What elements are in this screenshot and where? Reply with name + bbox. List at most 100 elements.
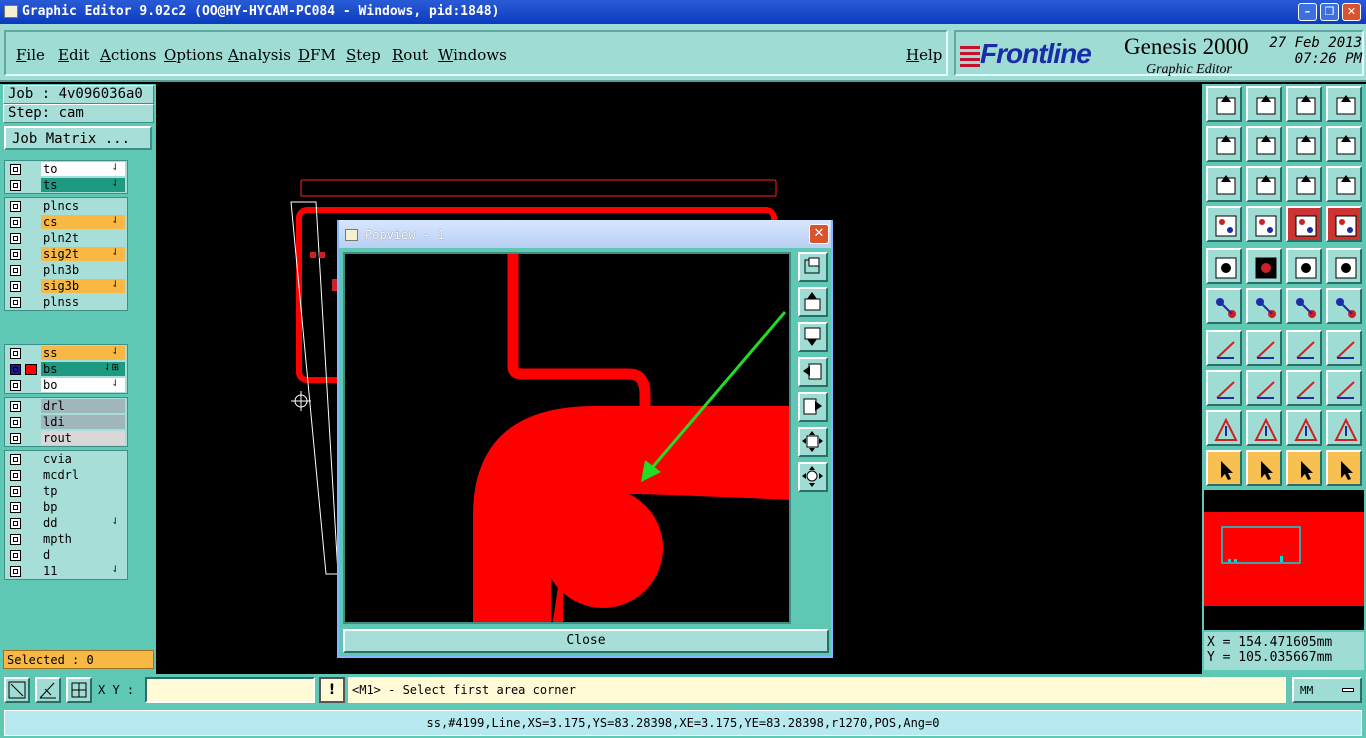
layer-name[interactable]: sig3b ⇃ [41, 279, 125, 293]
popview-pan-right-button[interactable] [798, 392, 828, 422]
layer-row[interactable]: sig2t ⇃ [5, 246, 127, 262]
menu-file[interactable]: File [16, 46, 45, 64]
move-feature-button[interactable] [1206, 370, 1242, 406]
zoom-extents-button[interactable] [1206, 166, 1242, 202]
layer-name[interactable]: bp [41, 500, 125, 514]
grid-button[interactable] [1246, 206, 1282, 242]
mirror-button[interactable] [1326, 330, 1362, 366]
popview-zoom-view[interactable] [343, 252, 791, 624]
menu-edit[interactable]: Edit [58, 46, 89, 64]
outline-a-button[interactable] [1286, 410, 1322, 446]
layer-row[interactable]: mpth [5, 531, 127, 547]
menu-help[interactable]: Help [906, 46, 942, 64]
layer-checkbox[interactable] [10, 486, 21, 497]
split-line-button[interactable] [1246, 370, 1282, 406]
layer-checkbox[interactable] [10, 164, 21, 175]
pan-left-button[interactable] [1206, 126, 1242, 162]
layer-name[interactable]: cvia [41, 452, 125, 466]
layer-name[interactable]: dd ⇃ [41, 516, 125, 530]
layer-checkbox[interactable] [10, 502, 21, 513]
menu-rout[interactable]: Rout [392, 46, 428, 64]
minimap[interactable] [1204, 490, 1364, 630]
scale-1-to-1-button[interactable] [1286, 166, 1322, 202]
layer-name[interactable]: plnss [41, 295, 125, 309]
layer-name[interactable]: bo ⇃ [41, 378, 125, 392]
layer-swap-button[interactable] [1326, 206, 1362, 242]
layer-name[interactable]: ts ⇃ [41, 178, 125, 192]
layer-row[interactable]: bs ⇃⊞ [5, 361, 127, 377]
snap-pad-button[interactable] [1206, 248, 1242, 284]
window-title-bar[interactable]: Graphic Editor 9.02c2 (OO@HY-HYCAM-PC084… [0, 0, 1366, 24]
layer-row[interactable]: ss ⇃ [5, 345, 127, 361]
popview-close-icon[interactable]: ✕ [809, 224, 829, 244]
layer-name[interactable]: pln3b [41, 263, 125, 277]
menu-dfm[interactable]: DFM [298, 46, 336, 64]
popview-pan-up-button[interactable] [798, 287, 828, 317]
layer-checkbox[interactable] [10, 201, 21, 212]
popview-zoom-window-button[interactable] [798, 252, 828, 282]
layer-row[interactable]: plncs [5, 198, 127, 214]
layer-checkbox[interactable] [10, 297, 21, 308]
popview-title-bar[interactable]: Popview - 1 ✕ [339, 220, 831, 248]
snap-mode-button[interactable] [4, 677, 30, 703]
ruler-button[interactable] [1286, 248, 1322, 284]
layer-name[interactable]: cs ⇃ [41, 215, 125, 229]
layer-row[interactable]: 11 ⇃ [5, 563, 127, 579]
layer-checkbox[interactable] [10, 249, 21, 260]
popview-zoom-fit-button[interactable] [798, 462, 828, 492]
layer-compare-button[interactable] [1286, 206, 1322, 242]
layer-checkbox[interactable] [10, 180, 21, 191]
popview-close-button[interactable]: Close [343, 629, 829, 653]
layer-row[interactable]: sig3b ⇃ [5, 278, 127, 294]
layer-checkbox[interactable] [10, 433, 21, 444]
layer-row[interactable]: pln3b [5, 262, 127, 278]
layer-name[interactable]: tp [41, 484, 125, 498]
outline-dim-button[interactable] [1246, 410, 1282, 446]
home-view-button[interactable] [1286, 86, 1322, 122]
layer-name[interactable]: ldi [41, 415, 125, 429]
layer-row[interactable]: rout [5, 430, 127, 446]
layer-row[interactable]: cs ⇃ [5, 214, 127, 230]
zoom-xy-button[interactable] [1326, 86, 1362, 122]
layer-row[interactable]: tp [5, 483, 127, 499]
layer-row[interactable]: drl [5, 398, 127, 414]
popview-zoom-home-button[interactable] [798, 427, 828, 457]
select-area-button[interactable] [1246, 450, 1282, 486]
minimize-button[interactable]: – [1298, 3, 1317, 21]
angle-line-button[interactable] [1206, 330, 1242, 366]
layer-checkbox[interactable] [10, 265, 21, 276]
pan-down-button[interactable] [1246, 86, 1282, 122]
layer-checkbox[interactable] [10, 454, 21, 465]
grid-snap-button[interactable] [66, 677, 92, 703]
arc-button[interactable] [1286, 330, 1322, 366]
popview-pan-down-button[interactable] [798, 322, 828, 352]
layer-checkbox[interactable] [10, 534, 21, 545]
layer-name[interactable]: bs ⇃⊞ [41, 362, 125, 376]
units-selector[interactable]: MM [1292, 677, 1362, 703]
layer-checkbox[interactable] [10, 217, 21, 228]
layer-checkbox[interactable] [10, 348, 21, 359]
select-rotate-button[interactable] [1286, 450, 1322, 486]
layer-name[interactable]: mcdrl [41, 468, 125, 482]
layer-checkbox[interactable] [10, 401, 21, 412]
zoom-fit-button[interactable] [1246, 166, 1282, 202]
undo-zoom-button[interactable] [1286, 126, 1322, 162]
layer-row[interactable]: cvia [5, 451, 127, 467]
layer-row[interactable]: d [5, 547, 127, 563]
add-pad-button[interactable] [1286, 288, 1322, 324]
layer-checkbox[interactable] [10, 233, 21, 244]
measure-button[interactable] [1206, 206, 1242, 242]
layer-checkbox[interactable] [10, 364, 21, 375]
select-net-button[interactable] [1326, 450, 1362, 486]
layer-name[interactable]: to ⇃ [41, 162, 125, 176]
layer-name[interactable]: pln2t [41, 231, 125, 245]
layer-checkbox[interactable] [10, 417, 21, 428]
add-via-button[interactable] [1326, 288, 1362, 324]
select-pointer-button[interactable] [1206, 450, 1242, 486]
warning-button[interactable]: ! [319, 677, 345, 703]
layer-row[interactable]: to ⇃ [5, 161, 127, 177]
angle-mode-button[interactable] [35, 677, 61, 703]
layer-name[interactable]: sig2t ⇃ [41, 247, 125, 261]
layer-name[interactable]: plncs [41, 199, 125, 213]
maximize-button[interactable]: ❐ [1320, 3, 1339, 21]
